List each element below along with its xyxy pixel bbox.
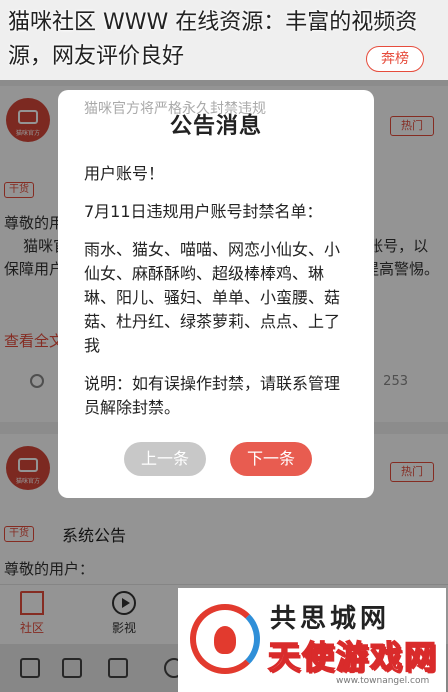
page-title: 猫咪社区 WWW 在线资源：丰富的视频资源，网友评价良好 <box>8 10 418 69</box>
ban-list-names: 雨水、猫女、喵喵、网恋小仙女、小仙女、麻酥酥哟、超级棒棒鸡、琳琳、阳儿、骚妇、单… <box>84 240 341 355</box>
watermark-top-text: 共思城网 <box>270 604 391 634</box>
page-title-overlay: 猫咪社区 WWW 在线资源：丰富的视频资源，网友评价良好 <box>0 0 448 74</box>
next-button[interactable]: 下一条 <box>230 442 312 476</box>
watermark-logo-icon <box>190 604 260 674</box>
modal-title: 公告消息 <box>169 114 262 139</box>
modal-note: 说明：如有误操作封禁，请联系管理员解除封禁。 <box>84 374 341 417</box>
ban-list-heading: 7月11日违规用户账号封禁名单： <box>84 202 323 221</box>
watermark-url: www.townangel.com <box>336 676 430 686</box>
site-watermark: 共思城网 天使游戏网 www.townangel.com <box>178 588 446 692</box>
prev-button[interactable]: 上一条 <box>124 442 206 476</box>
watermark-main-text: 天使游戏网 <box>267 637 439 677</box>
modal-content: 用户账号！ 7月11日违规用户账号封禁名单： 雨水、猫女、喵喵、网恋小仙女、小仙… <box>84 162 354 434</box>
logo-figure-icon <box>214 626 236 654</box>
announcement-modal: 猫咪官方将严格永久封禁违规 公告消息 用户账号！ 7月11日违规用户账号封禁名单… <box>58 90 374 498</box>
modal-intro: 用户账号！ <box>84 164 165 183</box>
